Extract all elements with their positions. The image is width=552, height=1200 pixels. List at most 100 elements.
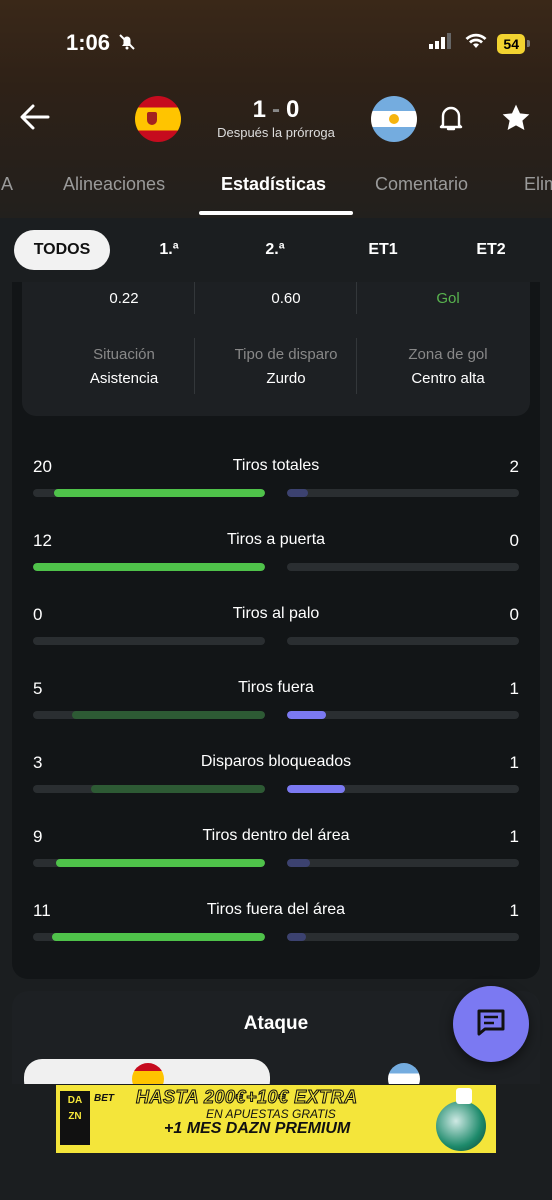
period-et2[interactable]: ET2 bbox=[452, 230, 530, 270]
away-bar-track bbox=[287, 637, 519, 645]
stat-label: Tiros al palo bbox=[232, 605, 320, 622]
stat-away-value: 0 bbox=[509, 605, 519, 624]
tab-ia[interactable]: IA bbox=[0, 174, 13, 195]
away-bar-fill bbox=[287, 489, 308, 497]
stats-card: 0.22 0.60 Gol Situación Tipo de disparo … bbox=[12, 282, 540, 979]
dazn-logo: DA ZN bbox=[60, 1091, 90, 1145]
away-bar-track bbox=[287, 489, 519, 497]
stat-row: 11 Tiros fuera del área 1 bbox=[33, 901, 519, 951]
home-bar-fill bbox=[33, 563, 265, 571]
shot-xgot: 0.60 bbox=[271, 290, 301, 307]
situation-label: Situación bbox=[93, 346, 155, 363]
stat-away-value: 0 bbox=[509, 531, 519, 550]
ad-choices-icon[interactable] bbox=[456, 1088, 472, 1104]
period-todos[interactable]: TODOS bbox=[14, 230, 110, 270]
home-bar-fill bbox=[72, 711, 265, 719]
divider bbox=[356, 338, 357, 394]
silent-mode-icon bbox=[118, 33, 136, 56]
home-bar-track bbox=[33, 711, 265, 719]
goal-zone-value: Centro alta bbox=[411, 370, 485, 387]
stat-row: 0 Tiros al palo 0 bbox=[33, 605, 519, 655]
stat-away-value: 1 bbox=[509, 679, 519, 698]
shot-xg: 0.22 bbox=[109, 290, 139, 307]
match-header: 1:06 54 1-0 Después la prórroga IA Aline… bbox=[0, 0, 552, 218]
period-second-half[interactable]: 2.ª bbox=[236, 230, 314, 270]
spain-coat-of-arms bbox=[147, 112, 157, 125]
favorite-star-icon[interactable] bbox=[500, 102, 532, 139]
chat-button[interactable] bbox=[453, 986, 529, 1062]
dazn-bet-ad[interactable]: DA ZN BET HASTA 200€+10€ EXTRA EN APUEST… bbox=[56, 1085, 496, 1153]
stat-away-value: 1 bbox=[509, 827, 519, 846]
stat-row: 5 Tiros fuera 1 bbox=[33, 679, 519, 729]
home-bar-track bbox=[33, 637, 265, 645]
match-status: Después la prórroga bbox=[217, 125, 335, 140]
match-score: 1-0 bbox=[216, 96, 336, 124]
stat-row: 20 Tiros totales 2 bbox=[33, 457, 519, 507]
tab-comentario[interactable]: Comentario bbox=[375, 174, 468, 195]
stat-label: Disparos bloqueados bbox=[200, 753, 352, 770]
home-bar-fill bbox=[51, 933, 265, 941]
away-bar-track bbox=[287, 785, 519, 793]
stat-row: 3 Disparos bloqueados 1 bbox=[33, 753, 519, 803]
stat-away-value: 1 bbox=[509, 753, 519, 772]
away-score: 0 bbox=[286, 96, 300, 123]
stat-label: Tiros dentro del área bbox=[202, 827, 350, 844]
home-bar-track bbox=[33, 563, 265, 571]
away-bar-track bbox=[287, 859, 519, 867]
ad-headline: HASTA 200€+10€ EXTRA bbox=[136, 1087, 358, 1108]
status-indicators: 54 bbox=[429, 33, 530, 54]
divider bbox=[194, 338, 195, 394]
period-et1[interactable]: ET1 bbox=[344, 230, 422, 270]
shot-type-label: Tipo de disparo bbox=[234, 346, 338, 363]
stat-row: 12 Tiros a puerta 0 bbox=[33, 531, 519, 581]
chat-bubble-icon bbox=[475, 1006, 507, 1043]
situation-value: Asistencia bbox=[89, 370, 159, 387]
tab-bar: IA Alineaciones Estadísticas Comentario … bbox=[0, 164, 552, 216]
home-bar-track bbox=[33, 859, 265, 867]
home-bar-fill bbox=[91, 785, 265, 793]
away-bar-track bbox=[287, 711, 519, 719]
spain-flag[interactable] bbox=[135, 96, 181, 142]
battery-level: 54 bbox=[497, 33, 525, 54]
away-bar-track bbox=[287, 933, 519, 941]
stat-label: Tiros totales bbox=[232, 457, 320, 474]
home-bar-fill bbox=[56, 859, 265, 867]
stat-label: Tiros fuera bbox=[238, 679, 314, 696]
shot-result: Gol bbox=[436, 290, 460, 307]
goal-zone-label: Zona de gol bbox=[408, 346, 488, 363]
home-bar-track bbox=[33, 785, 265, 793]
period-filter: TODOS 1.ª 2.ª ET1 ET2 bbox=[0, 218, 552, 282]
active-tab-indicator bbox=[199, 211, 353, 215]
football-image bbox=[436, 1101, 486, 1151]
home-bar-track bbox=[33, 489, 265, 497]
ad-subheadline: EN APUESTAS GRATIS bbox=[206, 1107, 336, 1121]
signal-icon bbox=[429, 33, 455, 54]
away-bar-fill bbox=[287, 859, 311, 867]
wifi-icon bbox=[465, 33, 487, 54]
back-arrow-icon[interactable] bbox=[18, 100, 52, 139]
divider bbox=[194, 282, 195, 314]
stat-row: 9 Tiros dentro del área 1 bbox=[33, 827, 519, 877]
divider bbox=[356, 282, 357, 314]
tab-alineaciones[interactable]: Alineaciones bbox=[63, 174, 165, 195]
stat-label: Tiros fuera del área bbox=[206, 901, 346, 918]
period-first-half[interactable]: 1.ª bbox=[130, 230, 208, 270]
home-bar-track bbox=[33, 933, 265, 941]
ad-offer: +1 MES DAZN PREMIUM bbox=[164, 1120, 351, 1137]
bet-label: BET bbox=[94, 1093, 114, 1104]
battery-icon bbox=[527, 40, 530, 47]
status-time: 1:06 bbox=[66, 30, 111, 55]
away-bar-track bbox=[287, 563, 519, 571]
tab-estadisticas[interactable]: Estadísticas bbox=[221, 174, 326, 195]
away-bar-fill bbox=[287, 711, 327, 719]
home-score: 1 bbox=[252, 96, 266, 123]
sun-of-may bbox=[389, 114, 399, 124]
argentina-flag[interactable] bbox=[371, 96, 417, 142]
shot-detail-box: 0.22 0.60 Gol Situación Tipo de disparo … bbox=[22, 282, 530, 416]
stat-label: Tiros a puerta bbox=[226, 531, 326, 548]
stat-away-value: 1 bbox=[509, 901, 519, 920]
tab-eliminatorias[interactable]: Elim bbox=[524, 174, 552, 195]
stat-away-value: 2 bbox=[509, 457, 519, 476]
shot-type-value: Zurdo bbox=[266, 370, 306, 387]
notification-bell-icon[interactable] bbox=[436, 102, 466, 139]
